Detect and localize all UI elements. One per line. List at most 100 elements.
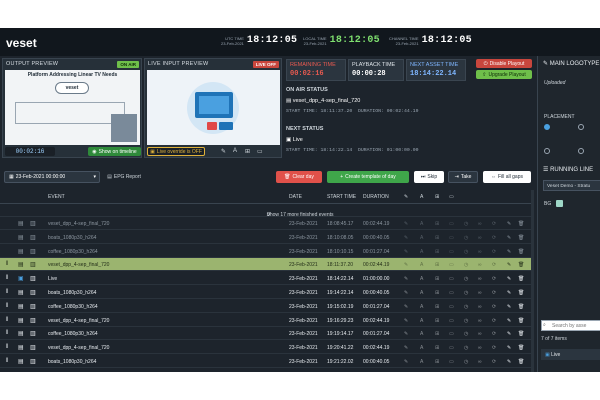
sync-icon[interactable]: ⟳ xyxy=(492,345,496,351)
grid-icon[interactable]: ⊞ xyxy=(435,262,439,268)
clock-icon[interactable]: ◷ xyxy=(464,331,468,337)
clock-icon[interactable]: ◷ xyxy=(464,249,468,255)
image-icon[interactable]: ▭ xyxy=(449,235,454,241)
drag-handle-icon[interactable]: ‖ xyxy=(6,330,8,336)
pencil-icon[interactable]: ✎ xyxy=(507,262,511,268)
running-line-select[interactable]: Veset Demo - Stratu xyxy=(543,180,600,191)
pencil-icon[interactable]: ✎ xyxy=(507,359,511,365)
clock-icon[interactable]: ◷ xyxy=(464,262,468,268)
text-icon[interactable]: A xyxy=(420,304,423,310)
link-icon[interactable]: ∞ xyxy=(478,235,482,241)
clock-icon[interactable]: ◷ xyxy=(464,318,468,324)
sync-icon[interactable]: ⟳ xyxy=(492,359,496,365)
create-template-button[interactable]: + Create template of day xyxy=(327,171,409,183)
bg-color-swatch[interactable] xyxy=(556,200,563,207)
image-icon[interactable]: ▭ xyxy=(449,331,454,337)
sync-icon[interactable]: ⟳ xyxy=(492,249,496,255)
edit-icon[interactable]: ✎ xyxy=(404,221,408,227)
lock-icon[interactable]: ▥ xyxy=(30,289,36,296)
link-icon[interactable]: ∞ xyxy=(478,345,482,351)
sync-icon[interactable]: ⟳ xyxy=(492,235,496,241)
drag-handle-icon[interactable]: ‖ xyxy=(6,261,8,267)
edit-icon[interactable]: ✎ xyxy=(404,262,408,268)
sync-icon[interactable]: ⟳ xyxy=(492,318,496,324)
grid-icon[interactable]: ⊞ xyxy=(435,221,439,227)
table-row[interactable]: ‖ ▤ ▥ coffee_1080p30_h264 23-Feb-2021 19:19:1… xyxy=(0,327,533,341)
edit-icon[interactable]: ✎ xyxy=(404,235,408,241)
table-row[interactable]: ‖ ▤ ▥ boats_1080p30_h264 23-Feb-2021 19:14:22… xyxy=(0,286,533,299)
link-icon[interactable]: ∞ xyxy=(478,359,482,365)
grid-icon[interactable]: ⊞ xyxy=(435,318,439,324)
show-on-timeline-button[interactable]: ◉ Show on timeline xyxy=(88,147,141,156)
trash-icon[interactable]: 🗑 xyxy=(518,359,524,365)
lock-icon[interactable]: ▥ xyxy=(30,317,36,324)
image-icon[interactable]: ▭ xyxy=(449,359,454,365)
clock-icon[interactable]: ◷ xyxy=(464,290,468,296)
trash-icon[interactable]: 🗑 xyxy=(518,290,524,296)
text-icon[interactable]: A xyxy=(420,221,423,227)
clock-icon[interactable]: ◷ xyxy=(464,345,468,351)
link-icon[interactable]: ∞ xyxy=(478,221,482,227)
image-icon[interactable]: ▭ xyxy=(449,345,454,351)
lock-icon[interactable]: ▥ xyxy=(30,220,36,227)
placement-bottom-left-radio[interactable] xyxy=(544,148,550,154)
table-row[interactable]: ▤ ▥ boats_1080p30_h264 23-Feb-2021 18:10:08.… xyxy=(0,231,533,244)
trash-icon[interactable]: 🗑 xyxy=(518,331,524,337)
link-icon[interactable]: ∞ xyxy=(478,331,482,337)
text-icon[interactable]: A xyxy=(420,262,423,268)
edit-icon[interactable]: ✎ xyxy=(404,345,408,351)
table-row[interactable]: ‖ ▤ ▥ veset_dpp_4-sep_final_720 23-Feb-2021 1… xyxy=(0,314,533,327)
edit-icon[interactable]: ✎ xyxy=(404,331,408,337)
drag-handle-icon[interactable]: ‖ xyxy=(6,344,8,350)
text-icon[interactable]: A xyxy=(233,148,237,154)
drag-handle-icon[interactable]: ‖ xyxy=(6,317,8,323)
table-row[interactable]: ‖ ▤ ▥ veset_dpp_4-sep_final_720 23-Feb-2021 1… xyxy=(0,341,533,355)
grid-icon[interactable]: ⊞ xyxy=(435,359,439,365)
trash-icon[interactable]: 🗑 xyxy=(518,304,524,310)
grid-icon[interactable]: ⊞ xyxy=(435,331,439,337)
pencil-icon[interactable]: ✎ xyxy=(507,276,511,282)
sync-icon[interactable]: ⟳ xyxy=(492,290,496,296)
clock-icon[interactable]: ◷ xyxy=(464,235,468,241)
sync-icon[interactable]: ⟳ xyxy=(492,221,496,227)
image-icon[interactable]: ▭ xyxy=(449,249,454,255)
image-icon[interactable]: ▭ xyxy=(257,148,263,155)
skip-button[interactable]: ⏭ Skip xyxy=(414,171,444,183)
disable-playout-button[interactable]: ⏻ Disable Playout xyxy=(476,59,532,68)
image-icon[interactable]: ▭ xyxy=(449,304,454,310)
table-row[interactable]: ‖ ▤ ▥ coffee_1080p30_h264 23-Feb-2021 19:15:0… xyxy=(0,300,533,313)
link-icon[interactable]: ∞ xyxy=(478,262,482,268)
drag-handle-icon[interactable]: ‖ xyxy=(6,289,8,295)
image-icon[interactable]: ▭ xyxy=(449,290,454,296)
grid-icon[interactable]: ⊞ xyxy=(435,290,439,296)
pencil-icon[interactable]: ✎ xyxy=(507,318,511,324)
text-icon[interactable]: A xyxy=(420,235,423,241)
clock-icon[interactable]: ◷ xyxy=(464,304,468,310)
pencil-icon[interactable]: ✎ xyxy=(507,221,511,227)
edit-icon[interactable]: ✎ xyxy=(404,290,408,296)
trash-icon[interactable]: 🗑 xyxy=(518,276,524,282)
trash-icon[interactable]: 🗑 xyxy=(518,318,524,324)
fill-all-gaps-button[interactable]: ⇔ Fill all gaps xyxy=(483,171,531,183)
edit-icon[interactable]: ✎ xyxy=(404,359,408,365)
lock-icon[interactable]: ▥ xyxy=(30,248,36,255)
asset-search-input[interactable] xyxy=(541,320,600,331)
link-icon[interactable]: ∞ xyxy=(478,304,482,310)
placement-top-left-radio[interactable] xyxy=(544,124,550,130)
asset-list-item[interactable]: ▣ Live xyxy=(541,349,600,360)
sync-icon[interactable]: ⟳ xyxy=(492,276,496,282)
lock-icon[interactable]: ▥ xyxy=(30,344,36,351)
image-icon[interactable]: ▭ xyxy=(449,276,454,282)
grid-icon[interactable]: ⊞ xyxy=(245,148,250,155)
trash-icon[interactable]: 🗑 xyxy=(518,221,524,227)
pencil-icon[interactable]: ✎ xyxy=(507,331,511,337)
image-icon[interactable]: ▭ xyxy=(449,221,454,227)
live-override-toggle[interactable]: ▣ Live override is OFF xyxy=(147,147,205,156)
table-scrollbar[interactable] xyxy=(531,190,534,372)
epg-report-button[interactable]: ▤ EPG Report xyxy=(104,171,144,183)
text-icon[interactable]: A xyxy=(420,276,423,282)
grid-icon[interactable]: ⊞ xyxy=(435,345,439,351)
date-picker[interactable]: ▦ 23-Feb-2021 00:00:00 ▾ xyxy=(4,171,100,183)
lock-icon[interactable]: ▥ xyxy=(30,234,36,241)
lock-icon[interactable]: ▥ xyxy=(30,358,36,365)
